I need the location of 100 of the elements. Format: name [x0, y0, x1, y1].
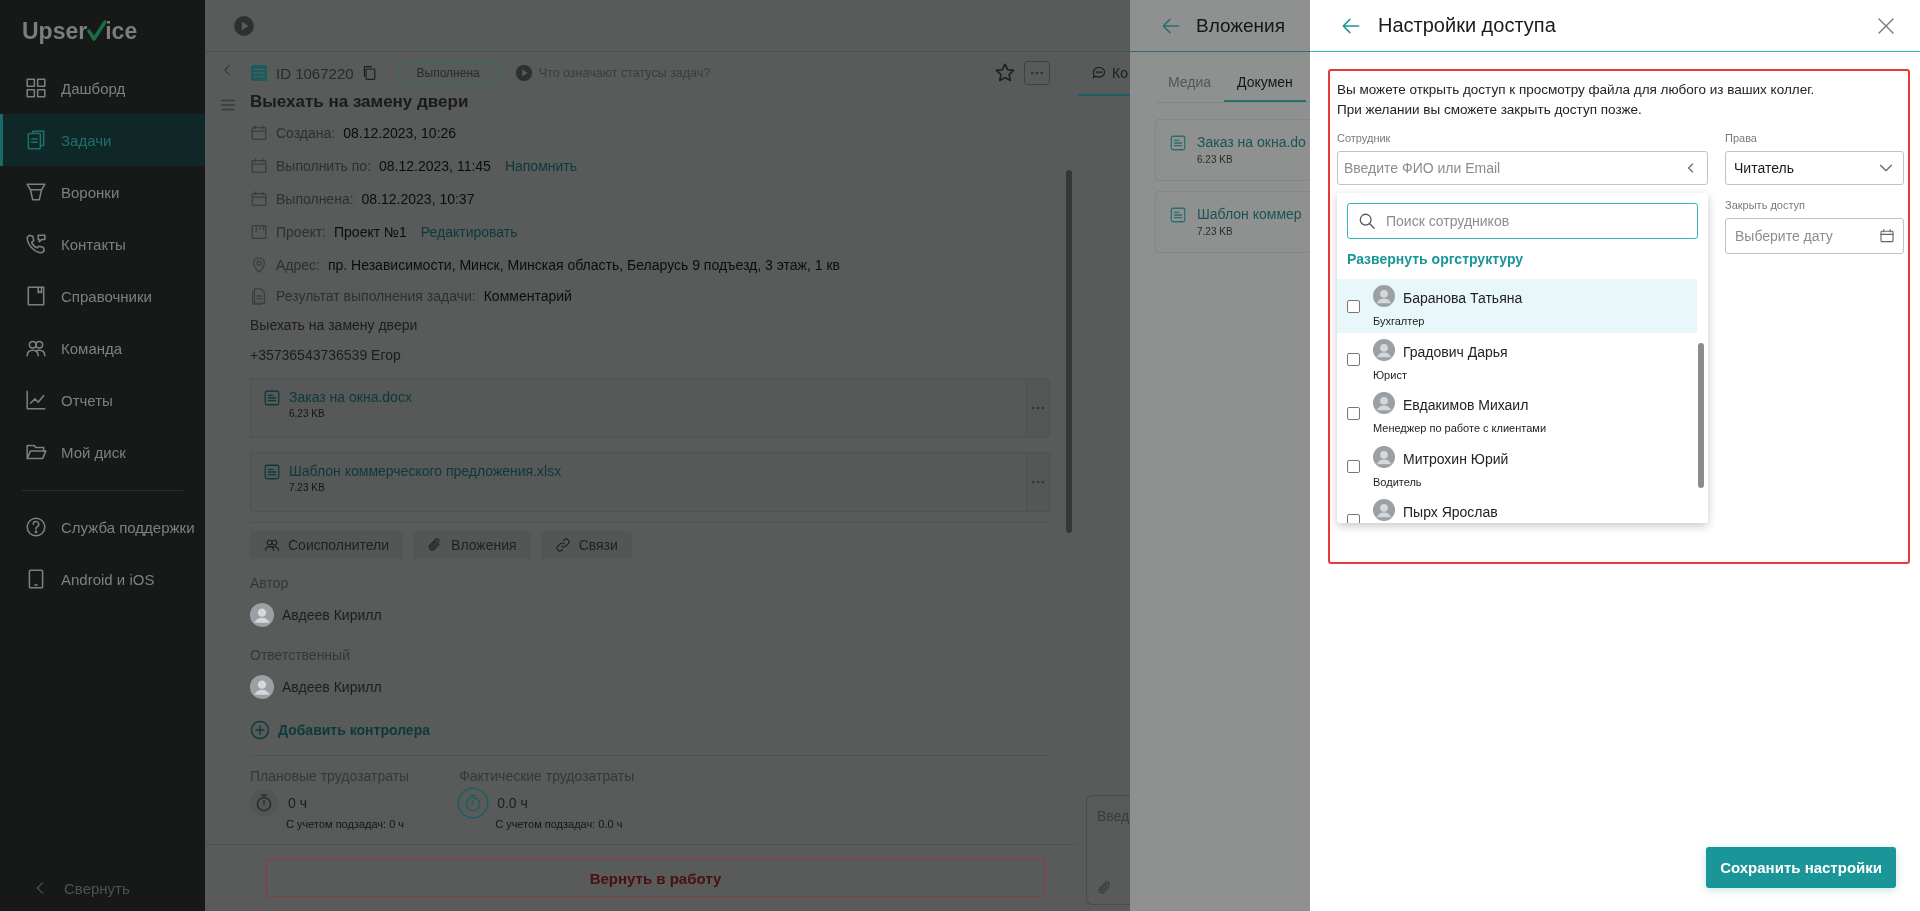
effort-value: 0 ч [288, 795, 307, 811]
nav-item[interactable]: Служба поддержки [0, 501, 205, 553]
date-input[interactable]: Выберите дату [1725, 218, 1904, 254]
clipboard-icon [25, 129, 47, 151]
field-value: 08.12.2023, 11:45 [379, 157, 491, 174]
field-value: 08.12.2023, 10:26 [343, 124, 457, 141]
checkbox[interactable] [1347, 460, 1360, 473]
employee-role: Юрист [1373, 368, 1408, 381]
checkbox[interactable] [1347, 299, 1360, 313]
employee-name: Пырх Ярослав [1403, 504, 1499, 520]
avatar-icon [1373, 285, 1395, 307]
avatar-icon [1373, 445, 1395, 468]
document-icon [263, 463, 281, 481]
field-link[interactable]: Редактировать [420, 223, 518, 240]
collapse-button[interactable]: Свернуть [0, 865, 205, 911]
effort-value: 0.0 ч [497, 795, 528, 811]
employee-row[interactable]: Градович Дарья Юрист [1337, 332, 1697, 386]
document-icon [263, 389, 281, 407]
checkbox[interactable] [1347, 513, 1360, 523]
star-icon[interactable] [994, 62, 1016, 84]
employee-row[interactable]: Пырх Ярослав [1337, 493, 1697, 523]
file-size: 7.23 KB [1197, 226, 1234, 237]
add-controller-link[interactable]: Добавить контролера [250, 715, 1050, 745]
play-icon[interactable] [514, 64, 533, 82]
document-icon [1169, 134, 1187, 152]
link-icon [554, 537, 571, 553]
paperclip-icon[interactable] [1097, 880, 1113, 896]
checkbox[interactable] [1347, 406, 1360, 420]
employee-name: Градович Дарья [1403, 343, 1509, 360]
people-icon [264, 537, 280, 553]
field-label: Сотрудник [1337, 132, 1392, 146]
employee-role: Бухгалтер [1373, 315, 1426, 327]
checkbox[interactable] [1347, 353, 1360, 366]
nav-item[interactable]: Дашборд [0, 62, 205, 114]
person-name[interactable]: Авдеев Кирилл [282, 679, 382, 695]
file-size: 7.23 KB [289, 482, 326, 493]
play-icon[interactable] [233, 14, 255, 37]
employee-input[interactable]: Введите ФИО или Email [1337, 151, 1708, 185]
file-name[interactable]: Шаблон коммер [1197, 206, 1302, 222]
employee-name: Баранова Татьяна [1403, 290, 1524, 306]
nav-item[interactable]: Воронки [0, 166, 205, 218]
help-icon [25, 516, 47, 538]
rights-select[interactable]: Читатель [1725, 151, 1904, 185]
copy-icon[interactable] [361, 65, 378, 81]
file-size: 6.23 KB [1197, 154, 1234, 165]
panel-title: Вложения [1196, 14, 1285, 37]
nav-item[interactable]: Мой диск [0, 426, 205, 478]
drawer-title: Настройки доступа [1378, 14, 1557, 37]
field-value: Проект №1 [334, 223, 407, 240]
tab[interactable]: Докумен [1224, 74, 1306, 102]
file-name[interactable]: Заказ на окна.docx [289, 389, 412, 405]
employee-row[interactable]: Митрохин Юрий Водитель [1337, 439, 1697, 493]
tab[interactable]: Медиа [1155, 74, 1225, 102]
calendar-icon [250, 156, 268, 175]
plus-circle-icon [250, 720, 270, 740]
employee-role: Менеджер по работе с клиентами [1373, 422, 1548, 434]
nav-item[interactable]: Команда [0, 322, 205, 374]
avatar-icon [1373, 392, 1395, 414]
nav-item[interactable]: Android и iOS [0, 553, 205, 605]
description-text: +35736543736539 Егор [250, 346, 402, 365]
field-value: Комментарий [483, 287, 572, 304]
document-icon [250, 286, 268, 305]
save-settings-button[interactable]: Сохранить настройки [1706, 847, 1896, 888]
return-to-work-button[interactable]: Вернуть в работу [266, 859, 1045, 897]
avatar-icon [1373, 338, 1395, 361]
grid-icon [25, 77, 47, 99]
expand-structure-link[interactable]: Развернуть оргструктуру [1347, 251, 1524, 269]
intro-text: Вы можете открыть доступ к просмотру файла для любого из ваших коллег. При желании вы сможете закрыть доступ позже. [1337, 81, 1816, 119]
file-size: 6.23 KB [289, 408, 326, 419]
nav-item[interactable]: Задачи [0, 114, 205, 166]
employee-name: Митрохин Юрий [1403, 450, 1510, 467]
search-icon [1358, 212, 1376, 230]
file-card[interactable]: Шаблон коммерческого предложения.xlsx 7.23 KB [250, 452, 1050, 512]
search-field[interactable]: Поиск сотрудников [1347, 203, 1698, 239]
logo: Upser ice [21, 16, 139, 46]
nav-item[interactable]: Контакты [0, 218, 205, 270]
nav-item[interactable]: Отчеты [0, 374, 205, 426]
employee-row[interactable]: Евдакимов Михаил Менеджер по работе с клиентами [1337, 386, 1697, 440]
field-label: Закрыть доступ [1725, 199, 1807, 213]
avatar-icon [1373, 499, 1395, 521]
employee-row[interactable]: Баранова Татьяна Бухгалтер [1337, 279, 1697, 333]
field-value: 08.12.2023, 10:37 [361, 190, 475, 207]
person-name[interactable]: Авдеев Кирилл [282, 607, 382, 623]
file-name[interactable]: Шаблон коммерческого предложения.xlsx [289, 463, 562, 479]
calendar-icon [1879, 228, 1895, 244]
file-card[interactable]: Заказ на окна.docx 6.23 KB [250, 378, 1050, 438]
field-link[interactable]: Напомнить [504, 157, 578, 174]
effort-note: С учетом подзадач: 0.0 ч [494, 818, 624, 830]
employee-role: Водитель [1373, 475, 1423, 488]
description-text: Выехать на замену двери [250, 316, 419, 335]
nav-item[interactable]: Справочники [0, 270, 205, 322]
phone-icon [25, 233, 47, 255]
file-name[interactable]: Заказ на окна.do [1197, 134, 1306, 150]
employee-name: Евдакимов Михаил [1403, 397, 1530, 413]
location-pin-icon [250, 255, 268, 274]
more-button[interactable] [1024, 61, 1050, 85]
book-icon [25, 285, 47, 307]
avatar-icon [250, 675, 274, 699]
check-mark-icon [86, 19, 107, 43]
chat-icon [1091, 65, 1107, 81]
